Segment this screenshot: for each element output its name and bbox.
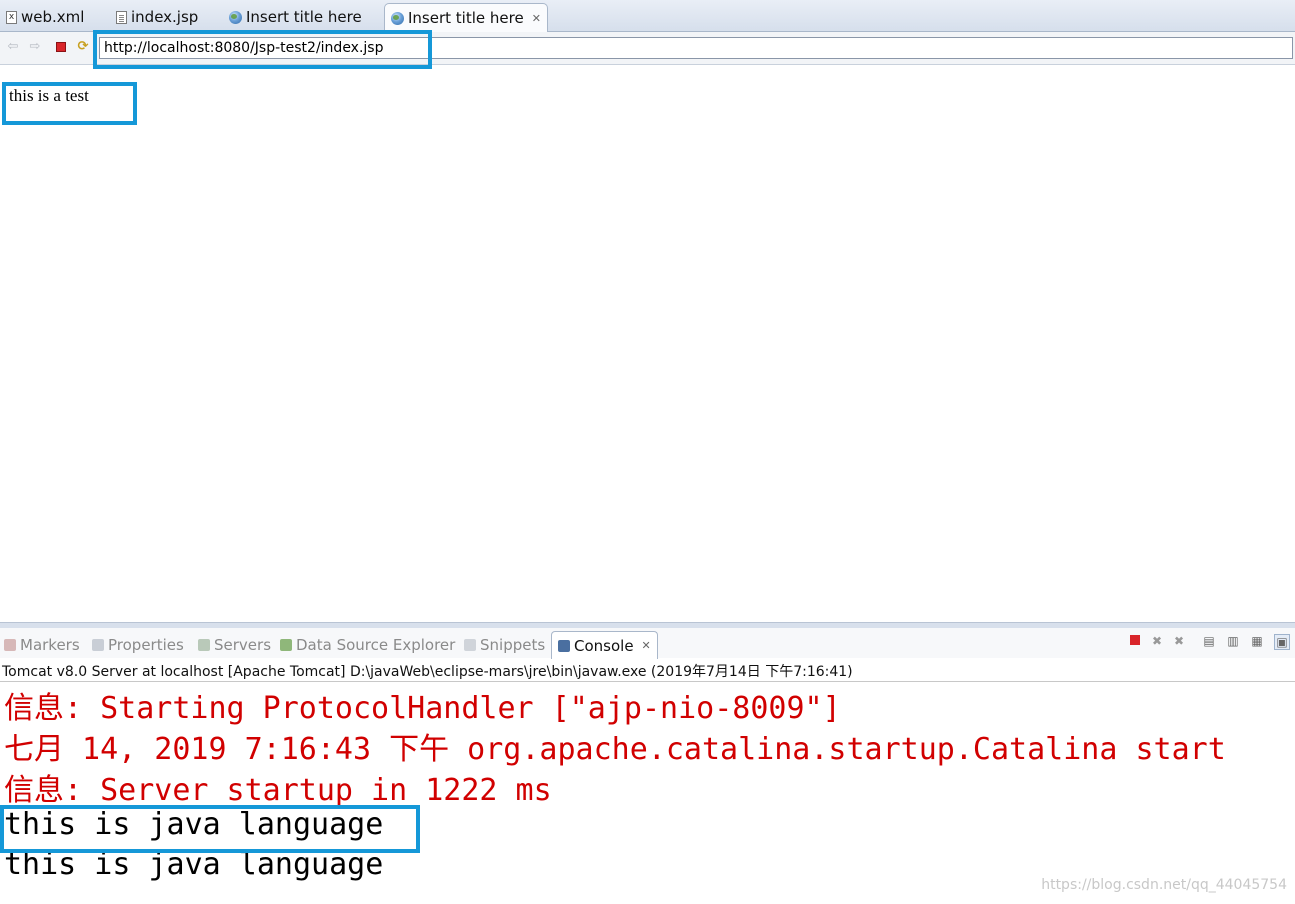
jsp-file-icon [116, 10, 127, 24]
remove-launch-icon[interactable]: ✖ [1150, 634, 1164, 648]
tab-markers[interactable]: Markers [4, 634, 80, 656]
close-icon[interactable]: ✕ [532, 12, 541, 25]
tab-label: Data Source Explorer [296, 636, 456, 654]
tab-index-jsp[interactable]: index.jsp [116, 3, 198, 31]
markers-icon [4, 639, 16, 651]
remove-all-icon[interactable]: ✖ [1172, 634, 1186, 648]
tab-label: Console [574, 636, 634, 655]
tab-label: Markers [20, 636, 80, 654]
tab-label: Insert title here [408, 9, 524, 27]
tab-label: Servers [214, 636, 272, 654]
tab-label: Properties [108, 636, 184, 654]
console-line: this is java language [4, 807, 384, 842]
tab-servers[interactable]: Servers [198, 634, 271, 656]
close-icon[interactable]: ✕ [642, 639, 651, 652]
forward-arrow-icon[interactable]: ⇨ [28, 40, 42, 54]
servers-icon [198, 639, 210, 651]
tab-insert-title-1[interactable]: Insert title here [229, 3, 362, 31]
xml-file-icon: x [6, 10, 17, 24]
tab-label: index.jsp [131, 8, 199, 26]
tab-insert-title-2[interactable]: Insert title here ✕ [384, 3, 548, 32]
tab-snippets[interactable]: Snippets [464, 634, 545, 656]
console-line: 信息: Server startup in 1222 ms [4, 773, 552, 808]
terminate-icon[interactable] [1128, 634, 1142, 648]
tab-web-xml[interactable]: x web.xml [6, 3, 84, 31]
stop-icon[interactable] [54, 40, 68, 54]
scroll-lock-icon[interactable]: ▥ [1226, 634, 1240, 648]
console-icon [558, 639, 570, 652]
divider [0, 681, 1295, 682]
clear-console-icon[interactable]: ▤ [1202, 634, 1216, 648]
tab-properties[interactable]: Properties [92, 634, 184, 656]
refresh-icon[interactable]: ⟳ [76, 40, 90, 54]
properties-icon [92, 639, 104, 651]
panel-tab-bar: Markers Properties Servers Data Source E… [0, 628, 1295, 659]
pin-console-icon[interactable]: ▦ [1250, 634, 1264, 648]
tab-console[interactable]: Console ✕ [551, 631, 658, 659]
tab-label: Insert title here [246, 8, 362, 26]
display-console-icon[interactable]: ▣ [1274, 634, 1290, 650]
console-line: 信息: Starting ProtocolHandler ["ajp-nio-8… [4, 691, 841, 726]
editor-tab-bar: x web.xml index.jsp Insert title here In… [0, 0, 1295, 32]
console-line: 七月 14, 2019 7:16:43 下午 org.apache.catali… [4, 732, 1226, 767]
console-header: Tomcat v8.0 Server at localhost [Apache … [2, 664, 853, 680]
data-source-icon [280, 639, 292, 651]
url-field[interactable]: http://localhost:8080/Jsp-test2/index.js… [99, 37, 1293, 59]
back-arrow-icon[interactable]: ⇦ [6, 40, 20, 54]
tab-data-source-explorer[interactable]: Data Source Explorer [280, 634, 455, 656]
console-line: this is java language [4, 847, 384, 882]
page-body-text: this is a test [9, 86, 89, 105]
globe-icon [229, 10, 242, 24]
tab-label: Snippets [480, 636, 546, 654]
tab-label: web.xml [21, 8, 85, 26]
globe-icon [391, 11, 404, 25]
snippets-icon [464, 639, 476, 651]
watermark: https://blog.csdn.net/qq_44045754 [1041, 877, 1287, 893]
